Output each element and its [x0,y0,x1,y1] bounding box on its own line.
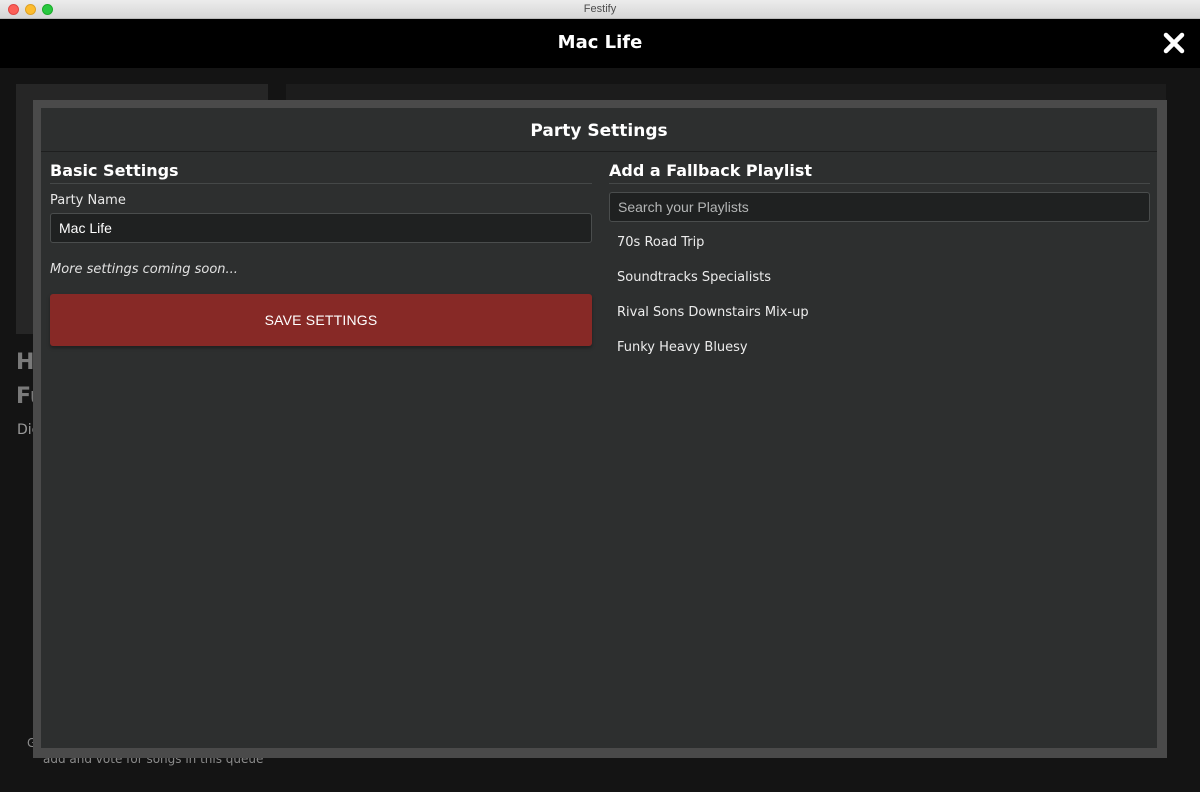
playlist-item[interactable]: Soundtracks Specialists [609,260,1150,295]
app-header: Mac Life [0,19,1200,68]
playlist-item[interactable]: Rival Sons Downstairs Mix-up [609,295,1150,330]
playlist-search-input[interactable] [609,192,1150,222]
window-title: Festify [583,3,617,15]
party-settings-dialog: Party Settings Basic Settings Party Name… [41,108,1157,748]
modal-divider [41,151,1157,152]
party-name-input[interactable] [50,213,592,243]
close-icon[interactable] [1160,29,1188,57]
coming-soon-note: More settings coming soon... [50,262,238,277]
modal-title: Party Settings [530,121,668,141]
window-titlebar: Festify [0,0,1200,19]
playlist-item[interactable]: Funky Heavy Bluesy [609,330,1150,365]
fallback-playlist-heading: Add a Fallback Playlist [609,160,1150,184]
save-settings-button[interactable]: SAVE SETTINGS [50,294,592,346]
fallback-playlist-panel: Add a Fallback Playlist 70s Road Trip So… [609,160,1150,365]
playlist-list: 70s Road Trip Soundtracks Specialists Ri… [609,225,1150,365]
basic-settings-heading: Basic Settings [50,160,592,184]
party-title: Mac Life [557,32,643,53]
playlist-item[interactable]: 70s Road Trip [609,225,1150,260]
basic-settings-panel: Basic Settings Party Name More settings … [50,160,592,346]
party-name-label: Party Name [50,193,126,208]
